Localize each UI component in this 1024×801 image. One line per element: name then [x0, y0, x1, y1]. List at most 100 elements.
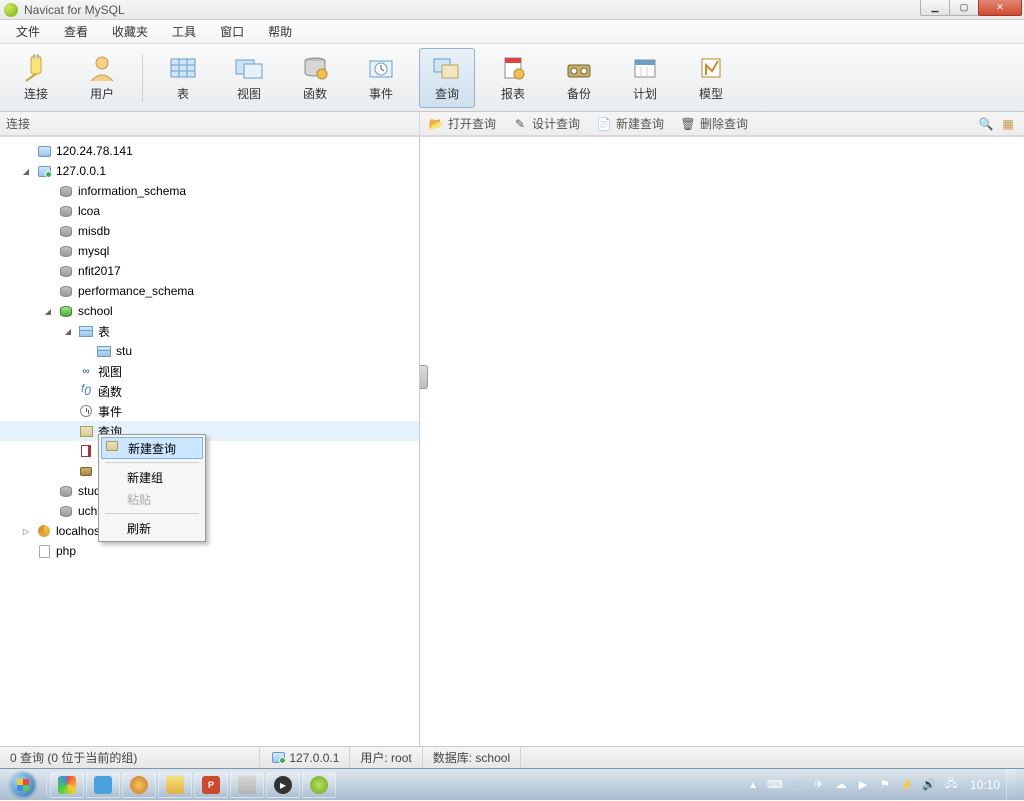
taskbar-app-1[interactable] [50, 772, 84, 798]
taskbar-app-7[interactable]: ▸ [266, 772, 300, 798]
toolbar-event[interactable]: 事件 [353, 48, 409, 108]
tree-node-127.0.0.1[interactable]: 127.0.0.1 [0, 161, 419, 181]
menu-window[interactable]: 窗口 [208, 20, 256, 43]
toolbar-connect[interactable]: 连接 [8, 48, 64, 108]
tray-clock[interactable]: 10:10 [970, 778, 1000, 792]
windows-orb-icon [10, 772, 36, 798]
tree-node-视图[interactable]: ∞视图 [0, 361, 419, 381]
toolbar-query[interactable]: 查询 [419, 48, 475, 108]
start-button[interactable] [2, 771, 44, 799]
tree-node-函数[interactable]: f0函数 [0, 381, 419, 401]
toolbar-table-label: 表 [177, 85, 189, 102]
toolbar-schedule[interactable]: 计划 [617, 48, 673, 108]
tree-node-stu[interactable]: stu [0, 341, 419, 361]
context-new-query[interactable]: 新建查询 [101, 437, 203, 459]
tree-node-label: school [78, 304, 113, 318]
tree-node-stude[interactable]: stude [0, 481, 419, 501]
tree-node-school[interactable]: school [0, 301, 419, 321]
expand-arrow-icon[interactable] [20, 166, 32, 176]
taskbar-app-2[interactable] [86, 772, 120, 798]
pane-sash[interactable] [420, 365, 428, 389]
context-new-group[interactable]: 新建组 [101, 466, 203, 488]
event-icon [365, 53, 397, 83]
tree-node-备[interactable]: 备 [0, 461, 419, 481]
tree-node-查询[interactable]: 查询 [0, 421, 419, 441]
tree-node-事件[interactable]: 事件 [0, 401, 419, 421]
tray-shield-icon[interactable]: ♡ [789, 777, 805, 793]
open-query-icon: 📂 [428, 116, 444, 132]
toolbar-report[interactable]: 报表 [485, 48, 541, 108]
tray-flag-icon[interactable]: ⚑ [877, 777, 893, 793]
toolbar-backup[interactable]: 备份 [551, 48, 607, 108]
toolbar-function[interactable]: 函数 [287, 48, 343, 108]
menu-tools[interactable]: 工具 [160, 20, 208, 43]
tree-node-performance_schema[interactable]: performance_schema [0, 281, 419, 301]
context-refresh[interactable]: 刷新 [101, 517, 203, 539]
taskbar-separator [46, 773, 47, 797]
tray-power-icon[interactable]: ⚡ [899, 777, 915, 793]
tree-node-报[interactable]: 报 [0, 441, 419, 461]
tree-node-php[interactable]: php [0, 541, 419, 561]
action-new-query[interactable]: 📄新建查询 [596, 115, 664, 132]
tray-network-icon[interactable]: 🖧 [943, 777, 959, 793]
close-button[interactable] [978, 0, 1022, 16]
server-on-icon [36, 163, 52, 179]
taskbar-app-8[interactable] [302, 772, 336, 798]
toolbar-model[interactable]: 模型 [683, 48, 739, 108]
menu-file[interactable]: 文件 [4, 20, 52, 43]
tree-node-misdb[interactable]: misdb [0, 221, 419, 241]
toolbar-table[interactable]: 表 [155, 48, 211, 108]
menu-favorites[interactable]: 收藏夹 [100, 20, 160, 43]
tray-up-icon[interactable]: ▴ [745, 777, 761, 793]
action-design-query[interactable]: ✎设计查询 [512, 115, 580, 132]
tree-node-uchr_[interactable]: uchr_ [0, 501, 419, 521]
toolbar-view[interactable]: 视图 [221, 48, 277, 108]
menu-help[interactable]: 帮助 [256, 20, 304, 43]
taskbar-app-6[interactable] [230, 772, 264, 798]
minimize-button[interactable] [920, 0, 950, 16]
toolbar-schedule-label: 计划 [633, 85, 657, 102]
report-icon [497, 53, 529, 83]
search-icon[interactable]: 🔍 [978, 116, 994, 132]
tree-node-information_schema[interactable]: information_schema [0, 181, 419, 201]
expand-arrow-icon[interactable] [62, 326, 74, 336]
tray-send-icon[interactable]: ✈ [811, 777, 827, 793]
tree-node-label: misdb [78, 224, 110, 238]
localhost-icon [36, 523, 52, 539]
tray-play-icon[interactable]: ▶ [855, 777, 871, 793]
grid-view-icon[interactable]: ▦ [1000, 116, 1016, 132]
tree-node-表[interactable]: 表 [0, 321, 419, 341]
tree-node-120.24.78.141[interactable]: 120.24.78.141 [0, 141, 419, 161]
connection-tree[interactable]: 120.24.78.141 127.0.0.1information_schema… [0, 137, 419, 561]
tray-cloud-icon[interactable]: ☁ [833, 777, 849, 793]
tree-node-mysql[interactable]: mysql [0, 241, 419, 261]
action-open-query[interactable]: 📂打开查询 [428, 115, 496, 132]
context-menu[interactable]: 新建查询新建组粘贴刷新 [98, 434, 206, 542]
toolbar-event-label: 事件 [369, 85, 393, 102]
tree-node-nfit2017[interactable]: nfit2017 [0, 261, 419, 281]
content-pane [420, 137, 1024, 746]
taskbar-app-5[interactable]: P [194, 772, 228, 798]
sub-header: 连接 📂打开查询 ✎设计查询 📄新建查询 🗑删除查询 🔍 ▦ [0, 112, 1024, 136]
tree-node-label: 120.24.78.141 [56, 144, 133, 158]
context-item-label: 粘贴 [127, 491, 151, 508]
tree-node-localhost[interactable]: localhost [0, 521, 419, 541]
action-delete-query[interactable]: 🗑删除查询 [680, 115, 748, 132]
show-desktop-button[interactable] [1006, 769, 1016, 801]
taskbar-app-4[interactable] [158, 772, 192, 798]
folder-table-icon [78, 323, 94, 339]
maximize-button[interactable] [949, 0, 979, 16]
app-icon [4, 3, 18, 17]
expand-arrow-icon[interactable] [20, 526, 32, 536]
menu-view[interactable]: 查看 [52, 20, 100, 43]
toolbar-report-label: 报表 [501, 85, 525, 102]
context-item-label: 新建组 [127, 469, 163, 486]
taskbar-app-3[interactable] [122, 772, 156, 798]
tray-keyboard-icon[interactable]: ⌨ [767, 777, 783, 793]
toolbar-function-label: 函数 [303, 85, 327, 102]
tree-node-lcoa[interactable]: lcoa [0, 201, 419, 221]
toolbar-user[interactable]: 用户 [74, 48, 130, 108]
connection-tree-pane: 120.24.78.141 127.0.0.1information_schema… [0, 137, 420, 746]
tray-speaker-icon[interactable]: 🔊 [921, 777, 937, 793]
expand-arrow-icon[interactable] [42, 306, 54, 316]
